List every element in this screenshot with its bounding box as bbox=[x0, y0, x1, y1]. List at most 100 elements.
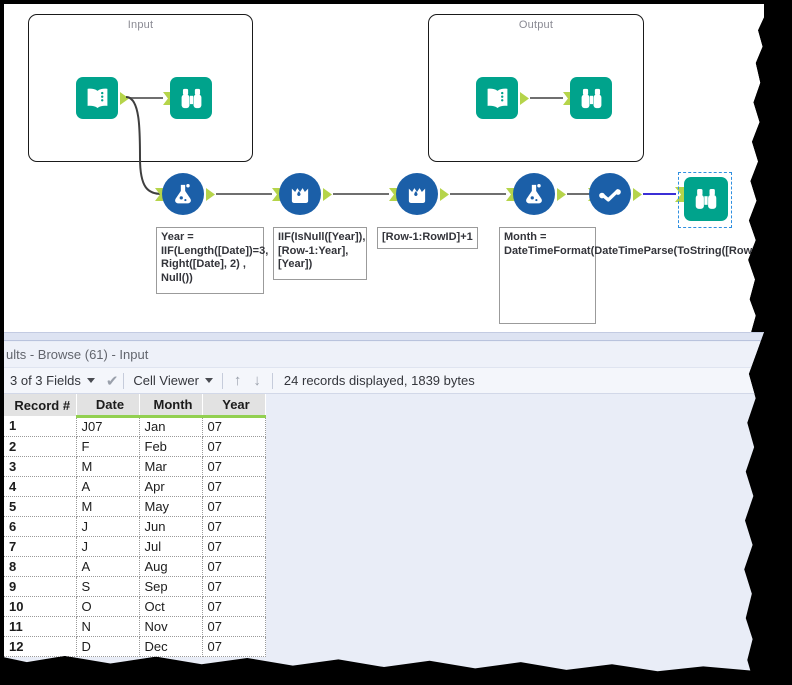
cell-date: O bbox=[76, 596, 140, 617]
cell-date: M bbox=[76, 496, 140, 517]
toolbar-separator-2 bbox=[221, 372, 223, 389]
browse-tool-selected[interactable] bbox=[684, 177, 728, 221]
table-row[interactable]: 10 O Oct 07 bbox=[4, 596, 266, 617]
table-row[interactable]: 5 M May 07 bbox=[4, 496, 266, 517]
input-data-tool-1[interactable] bbox=[76, 77, 118, 119]
cell-date: A bbox=[76, 476, 140, 497]
cell-month: Dec bbox=[139, 636, 203, 657]
screenshot-root: Input Output Year = IIF(Length([Date])=3… bbox=[0, 0, 792, 685]
cell-date: A bbox=[76, 556, 140, 577]
browse-tool-2[interactable] bbox=[570, 77, 612, 119]
cell-record: 2 bbox=[4, 436, 77, 457]
workflow-canvas[interactable]: Input Output Year = IIF(Length([Date])=3… bbox=[4, 4, 764, 332]
record-count-status: 24 records displayed, 1839 bytes bbox=[283, 373, 475, 388]
results-toolbar: 3 of 3 Fields ✔ Cell Viewer ↑ ↓ 24 recor… bbox=[4, 367, 764, 394]
bucket-droplet-icon bbox=[287, 181, 313, 207]
table-row[interactable]: 6 J Jun 07 bbox=[4, 516, 266, 537]
multirow-formula-1-output-anchor[interactable] bbox=[323, 188, 332, 201]
table-row[interactable]: 7 J Jul 07 bbox=[4, 536, 266, 557]
table-row[interactable]: 4 A Apr 07 bbox=[4, 476, 266, 497]
panel-divider[interactable] bbox=[4, 332, 764, 341]
table-row[interactable]: 1 J07 Jan 07 bbox=[4, 416, 266, 437]
connection-wire-4 bbox=[567, 193, 591, 195]
cell-year: 07 bbox=[202, 616, 266, 637]
cell-record: 3 bbox=[4, 456, 77, 477]
check-icon[interactable]: ✔ bbox=[106, 372, 119, 390]
connection-wire-3 bbox=[450, 193, 506, 195]
binoculars-icon bbox=[692, 185, 720, 213]
table-row[interactable]: 11 N Nov 07 bbox=[4, 616, 266, 637]
formula-tool-1-output-anchor[interactable] bbox=[206, 188, 215, 201]
cell-month: Sep bbox=[139, 576, 203, 597]
connection-wire-output-browse bbox=[530, 97, 563, 99]
cell-record: 8 bbox=[4, 556, 77, 577]
cell-year: 07 bbox=[202, 516, 266, 537]
cell-date: N bbox=[76, 616, 140, 637]
cell-date: J bbox=[76, 536, 140, 557]
cell-date: S bbox=[76, 576, 140, 597]
table-body: 1 J07 Jan 07 2 F Feb 07 3 M Mar 07 4 A Apr 07 5 M May 07 6 J J… bbox=[4, 416, 266, 657]
select-tool-output-anchor[interactable] bbox=[633, 188, 642, 201]
cell-record: 5 bbox=[4, 496, 77, 517]
cell-year: 07 bbox=[202, 436, 266, 457]
column-header-date[interactable]: Date bbox=[76, 394, 140, 418]
fields-selector-label: 3 of 3 Fields bbox=[10, 373, 81, 388]
formula-tool-2-output-anchor[interactable] bbox=[557, 188, 566, 201]
cell-month: Jun bbox=[139, 516, 203, 537]
cell-month: Apr bbox=[139, 476, 203, 497]
fields-selector[interactable]: 3 of 3 Fields bbox=[6, 368, 99, 393]
cell-year: 07 bbox=[202, 416, 266, 437]
column-header-year[interactable]: Year bbox=[202, 394, 266, 418]
table-row[interactable]: 12 D Dec 07 bbox=[4, 636, 266, 657]
multirow-formula-2-output-anchor[interactable] bbox=[440, 188, 449, 201]
cell-year: 07 bbox=[202, 456, 266, 477]
annotation-multirow-2: [Row-1:RowID]+1 bbox=[377, 227, 478, 249]
formula-tool-1[interactable] bbox=[162, 173, 204, 215]
checkmark-dots-icon bbox=[597, 181, 623, 207]
table-row[interactable]: 9 S Sep 07 bbox=[4, 576, 266, 597]
cell-record: 10 bbox=[4, 596, 77, 617]
cell-month: Feb bbox=[139, 436, 203, 457]
connection-wire-selected bbox=[643, 193, 676, 195]
cell-viewer-selector[interactable]: Cell Viewer bbox=[129, 368, 217, 393]
scroll-up-icon[interactable]: ↑ bbox=[228, 372, 248, 389]
connection-wire-2 bbox=[333, 193, 389, 195]
cell-month: Jan bbox=[139, 416, 203, 437]
results-panel: ults - Browse (61) - Input 3 of 3 Fields… bbox=[4, 332, 764, 671]
chevron-down-icon bbox=[204, 378, 213, 383]
annotation-multirow-1: IIF(IsNull([Year]), [Row-1:Year], [Year]… bbox=[273, 227, 367, 280]
cell-record: 12 bbox=[4, 636, 77, 657]
flask-icon bbox=[170, 181, 196, 207]
multi-row-formula-tool-2[interactable] bbox=[396, 173, 438, 215]
annotation-formula-1: Year = IIF(Length([Date])=3, Right([Date… bbox=[156, 227, 268, 294]
binoculars-icon bbox=[578, 85, 605, 112]
cell-year: 07 bbox=[202, 496, 266, 517]
cell-year: 07 bbox=[202, 476, 266, 497]
results-grid[interactable]: Record # Date Month Year 1 J07 Jan 07 2 F Feb 0… bbox=[4, 394, 764, 671]
cell-month: May bbox=[139, 496, 203, 517]
column-header-record[interactable]: Record # bbox=[4, 394, 77, 416]
cell-date: J bbox=[76, 516, 140, 537]
scroll-down-icon[interactable]: ↓ bbox=[247, 372, 267, 389]
cell-date: M bbox=[76, 456, 140, 477]
flask-icon bbox=[521, 181, 547, 207]
multi-row-formula-tool-1[interactable] bbox=[279, 173, 321, 215]
table-row[interactable]: 3 M Mar 07 bbox=[4, 456, 266, 477]
cell-record: 11 bbox=[4, 616, 77, 637]
cell-year: 07 bbox=[202, 576, 266, 597]
cell-record: 6 bbox=[4, 516, 77, 537]
cell-record: 9 bbox=[4, 576, 77, 597]
cell-date: D bbox=[76, 636, 140, 657]
input-data-tool-2[interactable] bbox=[476, 77, 518, 119]
table-row[interactable]: 2 F Feb 07 bbox=[4, 436, 266, 457]
tool-container-input-title: Input bbox=[127, 19, 154, 31]
formula-tool-2[interactable] bbox=[513, 173, 555, 215]
select-tool[interactable] bbox=[589, 173, 631, 215]
bucket-droplet-icon bbox=[404, 181, 430, 207]
cell-month: Nov bbox=[139, 616, 203, 637]
annotation-formula-2: Month = DateTimeFormat(DateTimeParse(ToS… bbox=[499, 227, 764, 324]
cell-record: 4 bbox=[4, 476, 77, 497]
table-row[interactable]: 8 A Aug 07 bbox=[4, 556, 266, 577]
column-header-month[interactable]: Month bbox=[139, 394, 203, 418]
cell-month: Jul bbox=[139, 536, 203, 557]
